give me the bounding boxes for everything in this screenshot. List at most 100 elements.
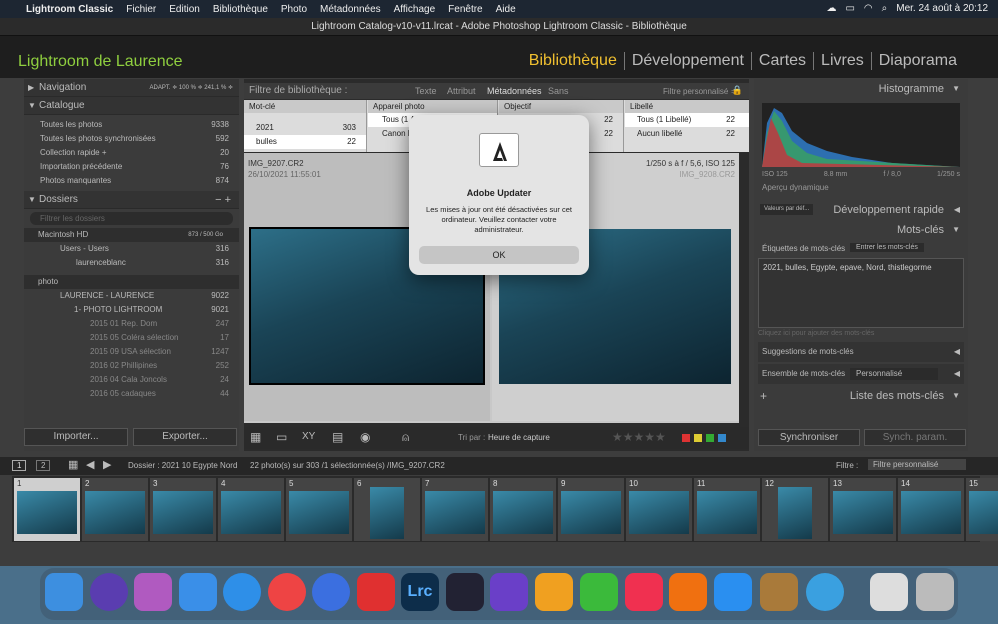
filmstrip-thumbnail[interactable]: 4	[218, 478, 284, 541]
filmstrip-thumbnail[interactable]: 9	[558, 478, 624, 541]
filter-select[interactable]: Filtre personnalisé	[868, 459, 966, 470]
catalogue-item[interactable]: Photos manquantes 874	[24, 174, 239, 188]
folder-item[interactable]: laurenceblanc 316	[24, 256, 239, 270]
keyword-suggestions[interactable]: Suggestions de mots-clés ◀	[758, 342, 964, 362]
label-yellow[interactable]	[694, 434, 702, 442]
filmstrip-thumbnail[interactable]: 6	[354, 478, 420, 541]
siri-icon[interactable]	[90, 573, 128, 611]
books-icon[interactable]	[669, 573, 707, 611]
battery-icon[interactable]: ▭	[845, 3, 854, 14]
loupe-view-icon[interactable]: ▭	[276, 430, 287, 444]
module-developpement[interactable]: Développement	[623, 52, 751, 70]
label-red[interactable]	[682, 434, 690, 442]
menu-fichier[interactable]: Fichier	[126, 4, 156, 15]
export-button[interactable]: Exporter...	[133, 428, 237, 446]
filter-tab-sans[interactable]: Sans	[548, 86, 569, 96]
keyword-tags-box[interactable]: 2021, bulles, Egypte, epave, Nord, thist…	[758, 258, 964, 328]
grid-icon[interactable]: ▦	[68, 458, 78, 471]
label-blue[interactable]	[718, 434, 726, 442]
imovie-icon[interactable]	[490, 573, 528, 611]
trash-icon[interactable]	[916, 573, 954, 611]
lock-icon[interactable]: 🔒	[732, 85, 743, 96]
module-bibliotheque[interactable]: Bibliothèque	[522, 52, 624, 70]
meta-row[interactable]: Tous (1 Libellé) 22	[625, 113, 749, 127]
messages-icon[interactable]	[312, 573, 350, 611]
survey-view-icon[interactable]: ▤	[332, 430, 343, 444]
dossiers-header[interactable]: ▼ Dossiers − +	[24, 191, 239, 209]
selection-count[interactable]: 22 photo(s) sur 303 /1 sélectionnée(s) /…	[250, 461, 445, 470]
creative-cloud-icon[interactable]: ☁	[826, 3, 836, 14]
sync-settings-button[interactable]: Synch. param.	[864, 429, 966, 446]
filmstrip-thumbnail[interactable]: 10	[626, 478, 692, 541]
add-folder-icon[interactable]: − +	[215, 191, 231, 209]
menu-edition[interactable]: Edition	[169, 4, 200, 15]
sync-button[interactable]: Synchroniser	[758, 429, 860, 446]
add-keyword-icon[interactable]: +	[760, 386, 767, 406]
folder-item[interactable]: 2016 05 cadaques 44	[24, 387, 239, 401]
module-livres[interactable]: Livres	[813, 52, 871, 70]
filter-preset-select[interactable]: Filtre personnalisé ≑	[663, 87, 737, 96]
chrome-icon[interactable]	[268, 573, 306, 611]
folder-item[interactable]: LAURENCE - LAURENCE 9022	[24, 289, 239, 303]
keyword-set[interactable]: Ensemble de mots-clés Personnalisé ◀	[758, 364, 964, 384]
folder-item[interactable]: 2016 02 Phillipines 252	[24, 359, 239, 373]
filmstrip-thumbnail[interactable]: 7	[422, 478, 488, 541]
quick-preset-select[interactable]: Valeurs par déf...	[760, 204, 814, 215]
filmstrip-thumbnail[interactable]: 13	[830, 478, 896, 541]
module-diaporama[interactable]: Diaporama	[870, 52, 964, 70]
pages-icon[interactable]	[535, 573, 573, 611]
quick-develop-header[interactable]: Valeurs par déf... Développement rapide ◀	[754, 200, 968, 220]
meta-row[interactable]: bulles 22	[244, 135, 366, 149]
launchpad-icon[interactable]	[134, 573, 172, 611]
navigation-header[interactable]: ▶ Navigation ADAPT. ≑ 100 % ≑ 241,1 % ≑	[24, 79, 239, 97]
page-1[interactable]: 1	[12, 460, 27, 471]
keyword-add-input[interactable]: Cliquez ici pour ajouter des mots-clés	[758, 330, 964, 340]
meta-row[interactable]: Aucun libellé 22	[625, 127, 749, 141]
documents-stack-icon[interactable]	[870, 573, 908, 611]
filter-tab-metadonnees[interactable]: Métadonnées	[487, 86, 542, 96]
folder-item[interactable]: 2015 05 Coléra sélection 17	[24, 331, 239, 345]
menu-affichage[interactable]: Affichage	[394, 4, 436, 15]
app-store-icon[interactable]	[714, 573, 752, 611]
menu-aide[interactable]: Aide	[496, 4, 516, 15]
filmstrip-thumbnail[interactable]: 11	[694, 478, 760, 541]
menu-photo[interactable]: Photo	[281, 4, 307, 15]
menu-fenetre[interactable]: Fenêtre	[448, 4, 482, 15]
filmstrip-thumbnail[interactable]: 1	[14, 478, 80, 541]
compare-view-icon[interactable]: XY	[302, 431, 315, 442]
folder-item[interactable]: Users - Users 316	[24, 242, 239, 256]
filmstrip-thumbnail[interactable]: 12	[762, 478, 828, 541]
mail-icon[interactable]	[179, 573, 217, 611]
menu-bibliotheque[interactable]: Bibliothèque	[213, 4, 268, 15]
folder-source[interactable]: Dossier : 2021 10 Egypte Nord	[128, 461, 237, 470]
back-arrow-icon[interactable]: ◀	[86, 458, 94, 471]
smart-preview[interactable]: Aperçu dynamique	[762, 183, 960, 192]
forward-arrow-icon[interactable]: ▶	[103, 458, 111, 471]
grid-view-icon[interactable]: ▦	[250, 430, 261, 444]
folder-item[interactable]: 2015 09 USA sélection 1247	[24, 345, 239, 359]
filmstrip-thumbnail[interactable]: 15	[966, 478, 998, 541]
meta-row[interactable]: 2021 303	[244, 121, 366, 135]
volume-macintosh[interactable]: Macintosh HD 873 / 500 Go	[24, 228, 239, 242]
filmstrip-thumbnail[interactable]: 5	[286, 478, 352, 541]
clock[interactable]: Mer. 24 août à 20:12	[896, 3, 988, 14]
people-view-icon[interactable]: ◉	[360, 430, 370, 444]
module-cartes[interactable]: Cartes	[750, 52, 813, 70]
histogram-header[interactable]: Histogramme ▼	[754, 79, 968, 99]
import-button[interactable]: Importer...	[24, 428, 128, 446]
folder-item[interactable]: 2015 01 Rep. Dom 247	[24, 317, 239, 331]
finder-icon[interactable]	[45, 573, 83, 611]
keyword-list-header[interactable]: + Liste des mots-clés ▼	[754, 386, 968, 406]
numbers-icon[interactable]	[580, 573, 618, 611]
volume-photo[interactable]: photo	[24, 275, 239, 289]
keyword-mode-select[interactable]: Entrer les mots-clés	[850, 243, 924, 252]
menu-metadonnees[interactable]: Métadonnées	[320, 4, 381, 15]
filmstrip-thumbnail[interactable]: 2	[82, 478, 148, 541]
catalogue-header[interactable]: ▼ Catalogue	[24, 97, 239, 115]
lightroom-classic-icon[interactable]: Lrc	[401, 573, 439, 611]
keywords-header[interactable]: Mots-clés ▼	[754, 220, 968, 240]
wifi-icon[interactable]: ◠	[864, 3, 873, 14]
sort-select[interactable]: Heure de capture	[488, 433, 550, 442]
folder-item[interactable]: 1- PHOTO LIGHTROOM 9021	[24, 303, 239, 317]
navigation-zoom-options[interactable]: ADAPT. ≑ 100 % ≑ 241,1 % ≑	[150, 79, 233, 97]
